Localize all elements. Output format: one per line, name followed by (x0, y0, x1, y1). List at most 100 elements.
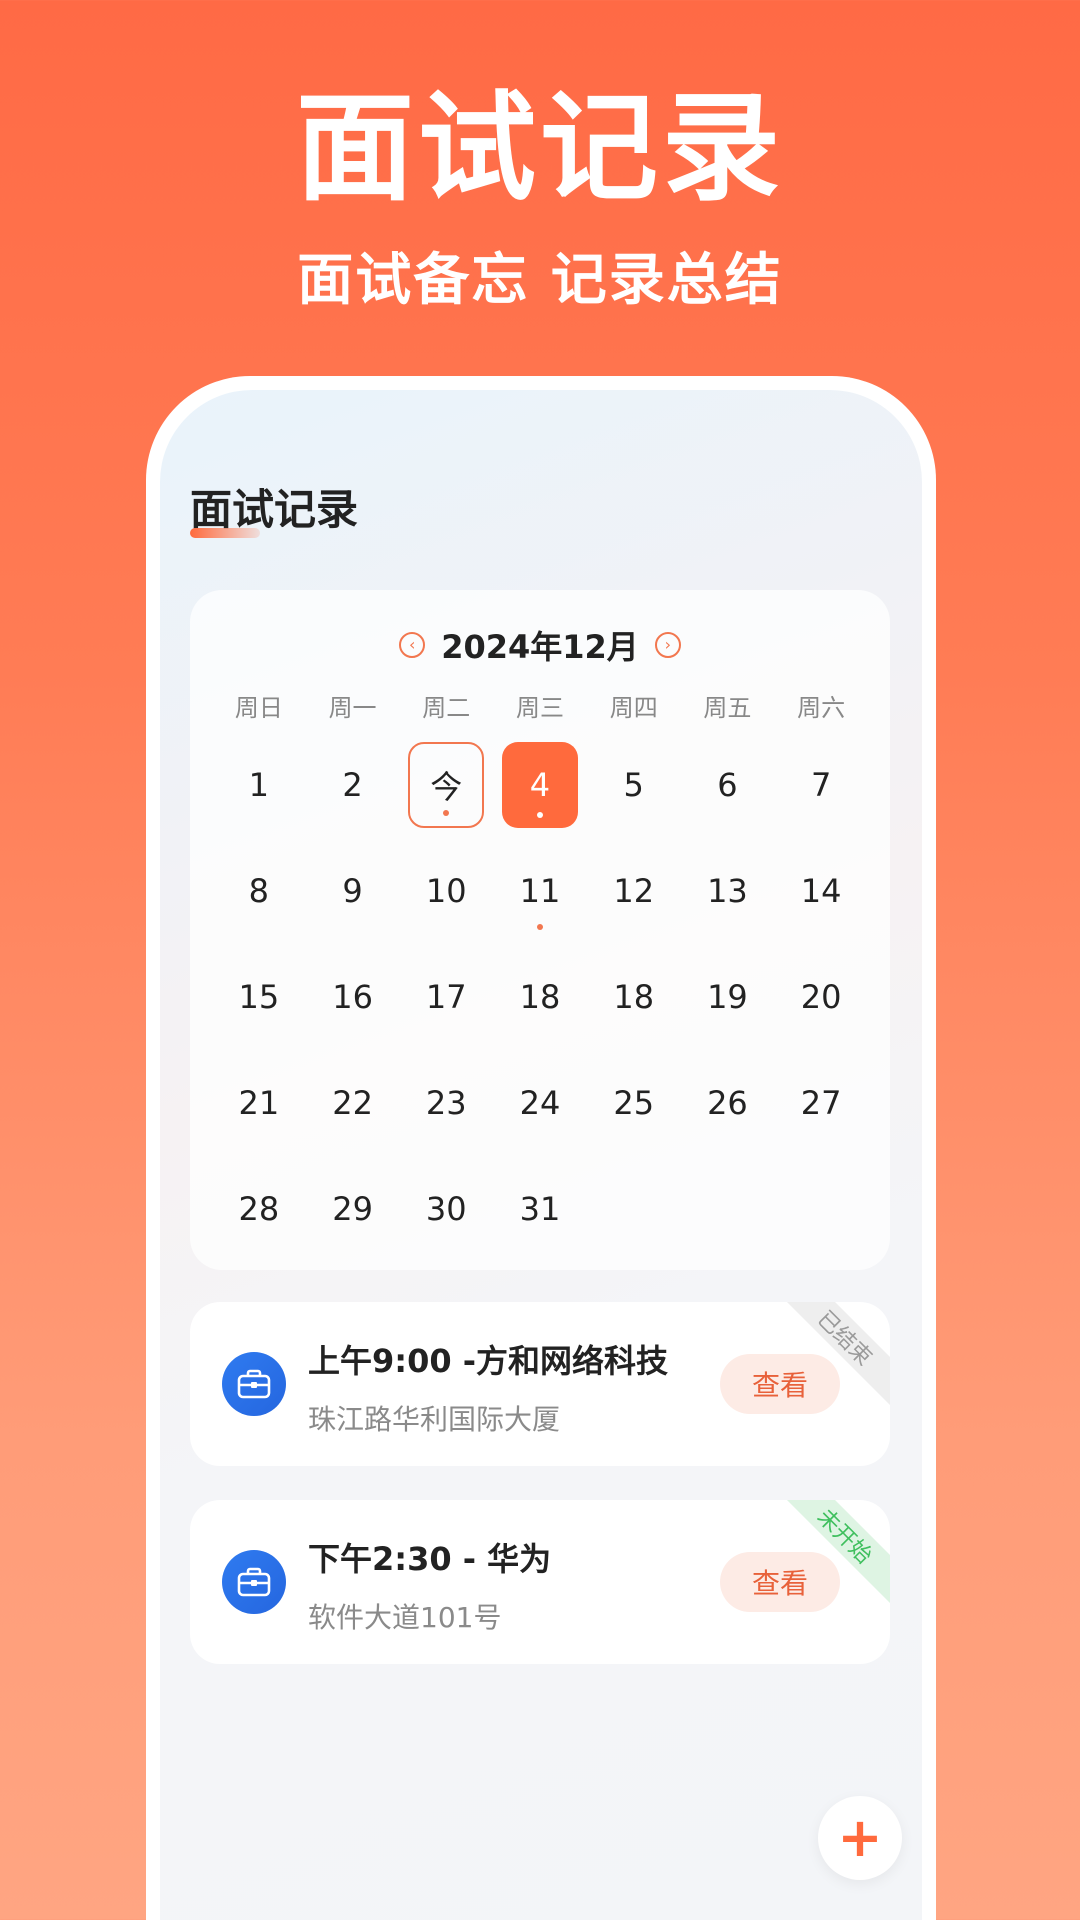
weekday-label: 周五 (703, 694, 752, 722)
calendar-day[interactable]: 7 (774, 732, 868, 838)
calendar-day-number: 12 (596, 848, 672, 934)
calendar-day-label: 27 (800, 1084, 842, 1122)
calendar-day[interactable]: 11 (493, 838, 587, 944)
interview-address: 软件大道101号 (308, 1601, 502, 1634)
calendar-day-label: 11 (519, 872, 561, 910)
calendar-day[interactable]: 31 (493, 1156, 587, 1262)
calendar-day[interactable]: 18 (493, 944, 587, 1050)
weekday-label: 周日 (234, 694, 283, 722)
interview-card[interactable]: 上午9:00 -方和网络科技 珠江路华利国际大厦 查看 已结束 (190, 1302, 890, 1466)
calendar-day-label: 23 (425, 1084, 467, 1122)
calendar-day-number: 8 (221, 848, 297, 934)
briefcase-icon (222, 1352, 286, 1416)
calendar-day-today: 今 (408, 742, 485, 828)
calendar-day[interactable]: 今 (399, 732, 493, 838)
calendar-day-label: 24 (519, 1084, 561, 1122)
calendar-card: ‹ 2024年12月 › 周日 周一 周二 周三 周四 周五 周六 12今456… (190, 590, 890, 1270)
calendar-day-label: 7 (810, 766, 832, 804)
calendar-day-label: 22 (332, 1084, 373, 1122)
calendar-day[interactable]: 1 (212, 732, 306, 838)
calendar-day-label: 4 (529, 766, 551, 804)
calendar-day[interactable]: 2 (306, 732, 400, 838)
calendar-day-number: 11 (502, 848, 578, 934)
phone-frame: 面试记录 ‹ 2024年12月 › 周日 周一 周二 周三 周四 周五 周六 1… (146, 376, 936, 1920)
calendar-day-number: 23 (408, 1060, 484, 1146)
calendar-day-number: 1 (221, 742, 297, 828)
calendar-day[interactable]: 20 (774, 944, 868, 1050)
calendar-day-label: 25 (613, 1084, 655, 1122)
calendar-day[interactable]: 22 (306, 1050, 400, 1156)
title-underline (190, 528, 260, 538)
view-button[interactable]: 查看 (720, 1354, 840, 1414)
calendar-day-label: 6 (717, 766, 738, 804)
calendar-day-number: 2 (315, 742, 391, 828)
calendar-day-label: 15 (238, 978, 280, 1016)
event-dot (536, 812, 543, 818)
add-interview-button[interactable]: + (818, 1796, 902, 1880)
calendar-day-label: 16 (332, 978, 373, 1016)
event-dot (443, 810, 450, 816)
calendar-day-label: 12 (613, 872, 655, 910)
calendar-day[interactable]: 30 (399, 1156, 493, 1262)
calendar-day[interactable]: 12 (587, 838, 681, 944)
calendar-day-label: 20 (800, 978, 842, 1016)
calendar-day-number: 29 (315, 1166, 391, 1252)
calendar-day-number: 21 (221, 1060, 297, 1146)
prev-month-button[interactable]: ‹ (399, 632, 426, 658)
calendar-day[interactable]: 4 (493, 732, 587, 838)
calendar-day-label: 5 (623, 766, 644, 804)
calendar-day-number: 25 (596, 1060, 672, 1146)
calendar-day[interactable]: 25 (587, 1050, 681, 1156)
calendar-day-number: 5 (596, 742, 672, 828)
calendar-day[interactable]: 15 (212, 944, 306, 1050)
weekday-row: 周日 周一 周二 周三 周四 周五 周六 (190, 688, 890, 723)
weekday-label: 周二 (422, 694, 471, 722)
calendar-day-label: 18 (519, 978, 561, 1016)
chevron-right-icon: › (664, 635, 671, 654)
calendar-day[interactable]: 23 (399, 1050, 493, 1156)
calendar-day[interactable]: 21 (212, 1050, 306, 1156)
calendar-day[interactable]: 18 (587, 944, 681, 1050)
calendar-day-label: 2 (342, 766, 363, 804)
calendar-day-label: 14 (800, 872, 842, 910)
calendar-day-number: 27 (783, 1060, 859, 1146)
calendar-day-number: 18 (596, 954, 672, 1040)
calendar-day[interactable]: 29 (306, 1156, 400, 1262)
calendar-day-label: 21 (238, 1084, 280, 1122)
calendar-day[interactable]: 9 (306, 838, 400, 944)
calendar-day-label: 8 (248, 872, 270, 910)
calendar-day[interactable]: 28 (212, 1156, 306, 1262)
calendar-day[interactable]: 27 (774, 1050, 868, 1156)
interview-address: 珠江路华利国际大厦 (308, 1403, 561, 1436)
promo-title: 面试记录 (295, 78, 784, 217)
calendar-day-label: 30 (425, 1190, 467, 1228)
calendar-day[interactable]: 17 (399, 944, 493, 1050)
calendar-day-number: 18 (502, 954, 578, 1040)
calendar-day[interactable]: 6 (681, 732, 775, 838)
calendar-day-label: 17 (425, 978, 467, 1016)
calendar-day-number: 30 (408, 1166, 484, 1252)
calendar-day[interactable]: 24 (493, 1050, 587, 1156)
view-button[interactable]: 查看 (720, 1552, 840, 1612)
calendar-day-number: 16 (315, 954, 391, 1040)
calendar-day[interactable]: 13 (681, 838, 775, 944)
calendar-day-label: 9 (342, 872, 363, 910)
calendar-day-number: 14 (783, 848, 859, 934)
calendar-day-label: 31 (519, 1190, 561, 1228)
calendar-day[interactable]: 5 (587, 732, 681, 838)
calendar-day[interactable]: 16 (306, 944, 400, 1050)
weekday-label: 周六 (797, 694, 846, 722)
calendar-day-label: 26 (707, 1084, 748, 1122)
calendar-day-number: 22 (315, 1060, 391, 1146)
calendar-days-grid: 1 2 今 4 5 6 7 8 9 10 11 12 13 14 15 16 17 18 18 19 20 21 22 23 2… (190, 732, 890, 1262)
calendar-day-number: 15 (221, 954, 297, 1040)
calendar-day[interactable]: 14 (774, 838, 868, 944)
calendar-day[interactable]: 19 (681, 944, 775, 1050)
next-month-button[interactable]: › (654, 632, 681, 658)
calendar-day[interactable]: 10 (399, 838, 493, 944)
interview-card[interactable]: 下午2:30 - 华为 软件大道101号 查看 未开始 (190, 1500, 890, 1664)
weekday-label: 周一 (328, 694, 377, 722)
calendar-day[interactable]: 26 (681, 1050, 775, 1156)
calendar-day[interactable]: 8 (212, 838, 306, 944)
calendar-day-label: 19 (707, 978, 748, 1016)
